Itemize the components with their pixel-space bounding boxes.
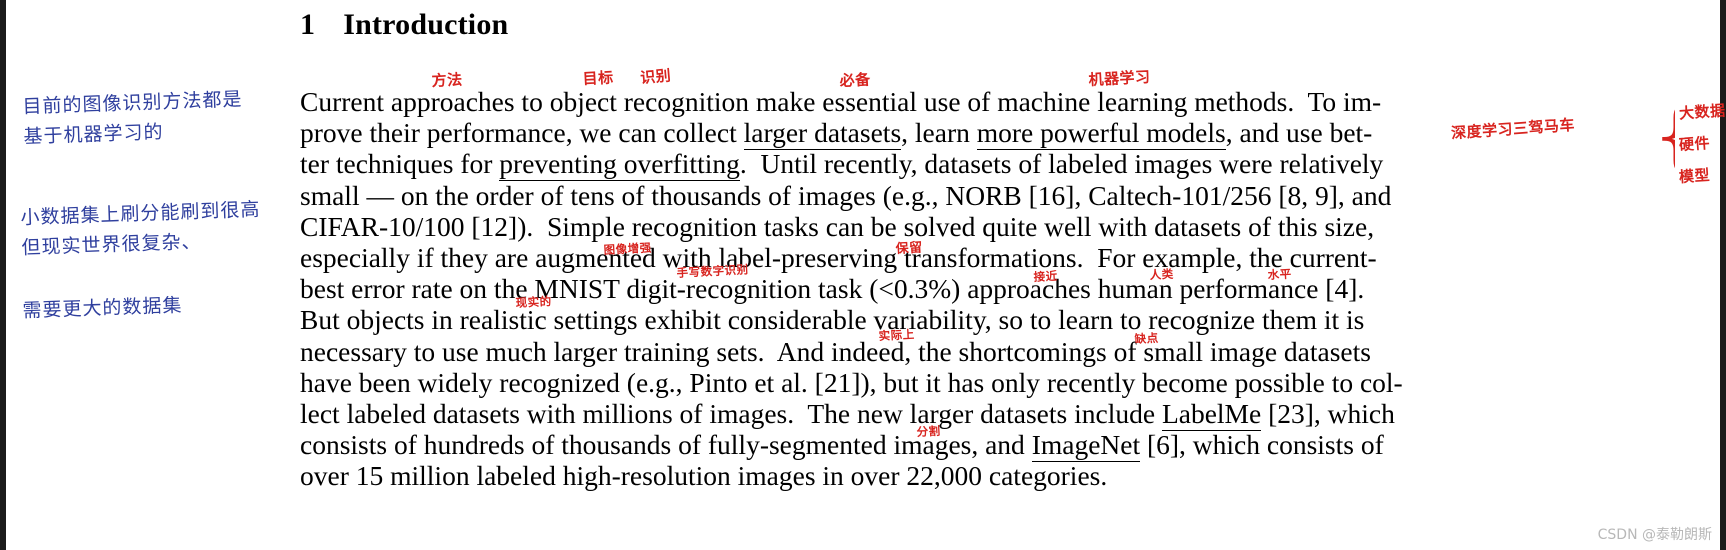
blue-margin-note-2: 小数据集上刷分能刷到很高 但现实世界很复杂、: [20, 198, 261, 259]
paper-page: 1 Introduction Current approaches to obje…: [0, 0, 1726, 550]
red-gloss-jiejin: 接近: [1033, 268, 1058, 284]
body-line-8: But objects in realistic settings exhibi…: [300, 304, 1365, 336]
underlined-preventing-overfitting: preventing overfitting: [499, 148, 740, 182]
red-brace-icon: {: [1653, 92, 1675, 184]
body-line-6: especially if they are augmented with la…: [300, 241, 1377, 273]
red-margin-item-0: 大数据: [1678, 101, 1726, 123]
blue-margin-note-1: 目前的图像识别方法都是 基于机器学习的: [22, 88, 243, 148]
red-gloss-shijishang: 实际上: [878, 327, 915, 343]
section-title: Introduction: [343, 8, 509, 41]
underlined-labelme: LabelMe: [1161, 397, 1262, 431]
red-gloss-shuiping: 水平: [1267, 266, 1292, 282]
red-gloss-shibie: 识别: [639, 66, 672, 87]
body-line-1: Current approaches to object recognition…: [300, 86, 1382, 117]
body-line-5: CIFAR-10/100 [12]). Simple recognition t…: [300, 210, 1375, 242]
red-gloss-xianshide: 现实的: [515, 294, 552, 310]
article-column: 1 Introduction: [300, 0, 1410, 42]
body-line-3: ter techniques for preventing overfittin…: [300, 148, 1384, 182]
body-line-12: consists of hundreds of thousands of ful…: [300, 429, 1384, 463]
blue-margin-note-3: 需要更大的数据集: [22, 294, 183, 322]
body-line-13: over 15 million labeled high-resolution …: [300, 460, 1108, 492]
red-gloss-fangfa: 方法: [431, 70, 464, 90]
red-margin-item-1: 硬件: [1678, 133, 1711, 155]
red-gloss-baoliu: 保留: [895, 240, 924, 257]
red-gloss-mubiao: 目标: [582, 68, 615, 88]
red-gloss-tuxiangzengqiang: 图像增强: [603, 240, 652, 257]
body-line-4: small — on the order of tens of thousand…: [300, 179, 1392, 211]
red-margin-item-2: 模型: [1678, 165, 1711, 187]
section-number: 1: [300, 8, 316, 41]
red-gloss-fenge: 分割: [916, 423, 941, 439]
underlined-imagenet: ImageNet: [1031, 429, 1141, 463]
underlined-larger-datasets: larger datasets: [743, 117, 902, 151]
page-left-edge-bar: [0, 0, 6, 550]
red-gloss-quedian: 缺点: [1134, 330, 1159, 346]
body-line-10: have been widely recognized (e.g., Pinto…: [300, 366, 1403, 398]
page-title: 1 Introduction: [300, 8, 1410, 42]
red-gloss-renlei: 人类: [1149, 266, 1174, 282]
underlined-more-powerful-models: more powerful models: [976, 117, 1226, 151]
body-line-11: lect labeled datasets with millions of i…: [300, 397, 1395, 431]
red-margin-note-label: 深度学习三驾马车: [1450, 115, 1576, 143]
body-line-7: best error rate on the MNIST digit-recog…: [300, 273, 1365, 305]
body-text: Current approaches to object recognition…: [300, 86, 1412, 491]
page-right-edge-bar: [1720, 0, 1726, 550]
watermark: CSDN @泰勒朗斯: [1597, 527, 1712, 543]
body-line-9: necessary to use much larger training se…: [300, 335, 1371, 367]
red-gloss-jiqixuexi: 机器学习: [1088, 67, 1151, 89]
body-line-2: prove their performance, we can collect …: [300, 117, 1373, 151]
red-gloss-bibei: 必备: [839, 70, 872, 90]
